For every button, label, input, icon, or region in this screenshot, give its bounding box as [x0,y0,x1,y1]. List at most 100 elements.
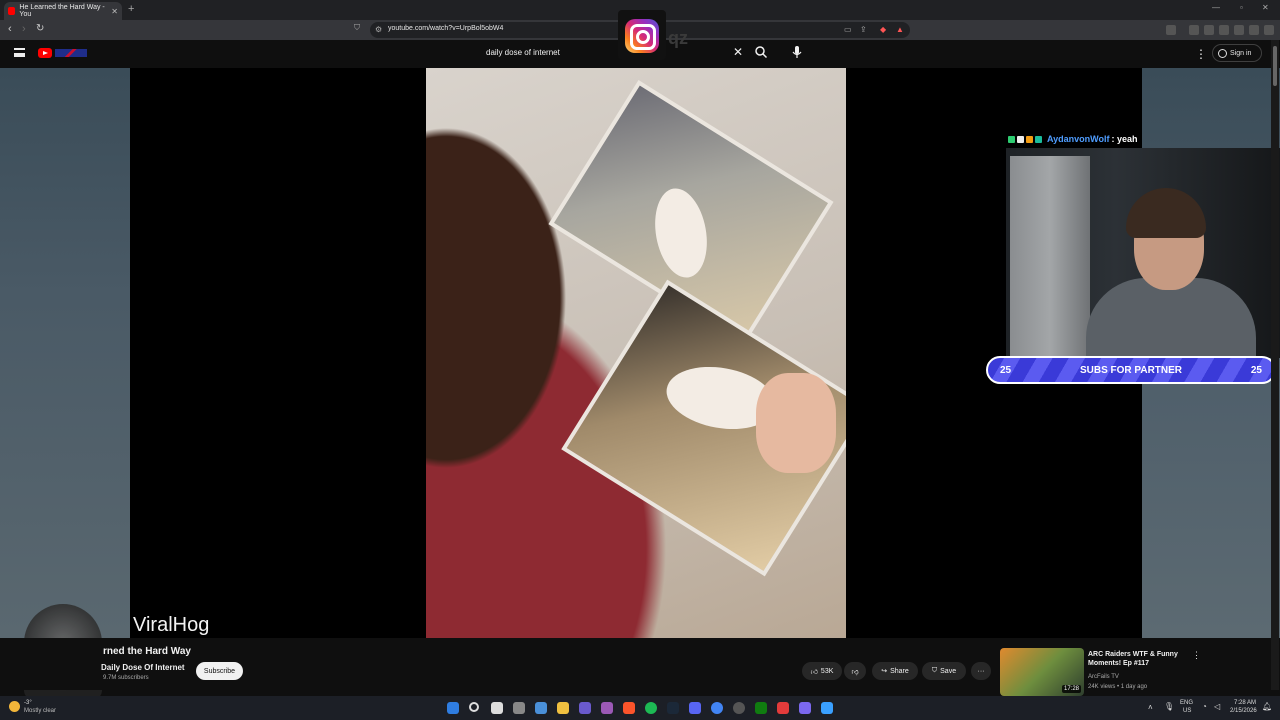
page-scrollbar[interactable] [1271,40,1279,690]
save-label: Save [940,667,957,675]
extension-icon[interactable] [1166,25,1176,35]
wallet-icon[interactable] [1219,25,1229,35]
browser-tab[interactable]: He Learned the Hard Way - You ✕ [4,2,122,20]
tray-mic-icon[interactable]: 🎙︎ [1164,702,1174,711]
weather-description[interactable]: Mostly clear [24,708,56,714]
taskbar-search-icon[interactable] [469,702,479,712]
share-icon: ↪ [881,668,888,675]
steam-icon[interactable] [667,702,679,714]
sign-in-button[interactable]: Sign in [1212,44,1262,62]
subs-goal-label: SUBS FOR PARTNER [1079,364,1183,376]
subs-goal-target: 25 [1250,364,1262,376]
brave-shield-icon[interactable]: ◆ [880,25,886,34]
chat-badge-icon [1035,135,1042,143]
union-flag-logo [55,49,87,57]
app-icon[interactable] [777,702,789,714]
clock-time[interactable]: 7:28 AM [1234,700,1256,706]
spotify-icon[interactable] [645,702,657,714]
menu-icon[interactable] [1264,25,1274,35]
chrome-icon[interactable] [711,702,723,714]
related-video-thumbnail[interactable]: 17:28 [1000,648,1084,696]
window-close-icon[interactable]: ✕ [1262,3,1269,12]
channel-name[interactable]: Daily Dose Of Internet [101,663,185,672]
notification-bell-icon[interactable]: 🔔︎ [1262,702,1272,711]
notepad-icon[interactable] [821,702,833,714]
related-video-title[interactable]: ARC Raiders WTF & Funny Moments! Ep #117 [1088,650,1188,668]
search-icon[interactable] [754,45,768,59]
windows-taskbar: -3° Mostly clear ˄ 🎙︎ ENG US ◔ ◁ 7:28 AM… [0,696,1280,720]
instagram-logo [618,10,666,60]
obs-icon[interactable] [733,702,745,714]
video-watermark: ViralHog [133,614,210,636]
minimize-icon[interactable]: — [1212,3,1220,12]
maximize-icon[interactable]: ▫ [1240,3,1243,12]
volume-icon[interactable]: ◁ [1214,702,1220,711]
xbox-icon[interactable] [755,702,767,714]
chat-badge-icon [1017,135,1024,143]
dislike-button[interactable]: 👎︎ [844,662,866,680]
chat-badge-icon [1026,135,1033,143]
related-video-meta: 24K views • 1 day ago [1088,684,1148,690]
related-video-menu-icon[interactable]: ⋮ [1192,650,1201,661]
webcam-feed [1006,148,1280,358]
back-icon[interactable]: ‹ [8,23,12,35]
video-frame[interactable] [426,68,846,638]
language-region[interactable]: US [1183,708,1191,714]
instagram-icon [625,19,659,53]
brave-browser-icon[interactable] [623,702,635,714]
like-button[interactable]: 👍︎ 53K [802,662,842,680]
clear-search-icon[interactable]: ✕ [733,45,743,59]
wifi-icon[interactable]: ◔ [1202,702,1207,711]
app-icon[interactable] [579,702,591,714]
file-explorer-icon[interactable] [557,702,569,714]
more-horizontal-icon: ··· [977,667,985,675]
app-icon[interactable] [799,702,811,714]
weather-icon[interactable] [9,701,20,712]
more-options-icon[interactable]: ⋮ [1195,47,1207,61]
clock-date[interactable]: 2/15/2026 [1230,708,1257,714]
streamer-shirt [1086,278,1256,358]
microphone-icon[interactable] [790,44,804,60]
app-icon[interactable] [601,702,613,714]
bookmark-save-icon: ⛉ [931,667,938,674]
site-info-icon[interactable]: ⚙ [375,25,382,34]
reload-icon[interactable]: ↻ [36,23,44,34]
bookmark-icon[interactable]: ⛉ [354,23,360,33]
brave-rewards-icon[interactable]: ▲ [896,25,904,34]
vpn-icon[interactable] [1234,25,1244,35]
save-button[interactable]: ⛉ Save [922,662,966,680]
forward-icon[interactable]: › [22,23,26,35]
like-count: 53K [820,667,834,675]
youtube-logo-icon[interactable] [38,48,52,58]
scrollbar-thumb[interactable] [1273,46,1277,86]
widgets-icon[interactable] [513,702,525,714]
share-page-icon[interactable]: ⇪ [860,25,867,34]
language-code[interactable]: ENG [1180,700,1193,706]
new-tab-icon[interactable]: + [128,3,134,15]
sidebar-icon[interactable] [1204,25,1214,35]
subscribe-button[interactable]: Subscribe [196,662,243,680]
start-icon[interactable] [447,702,459,714]
video-title: rned the Hard Way [103,646,191,657]
hand-figure [756,373,836,473]
tab-close-icon[interactable]: ✕ [111,7,118,16]
tray-overflow-icon[interactable]: ˄ [1148,703,1153,712]
leo-icon[interactable] [1249,25,1259,35]
weather-temperature[interactable]: -3° [24,700,32,706]
task-view-icon[interactable] [491,702,503,714]
cast-icon[interactable]: ▭ [844,25,852,34]
chat-text: : yeah [1111,134,1138,144]
account-icon [1218,48,1227,58]
thumbs-up-icon: 👍︎ [810,668,818,676]
discord-icon[interactable] [689,702,701,714]
more-actions-button[interactable]: ··· [971,662,991,680]
subscriber-count: 9.7M subscribers [103,675,149,681]
tab-title: He Learned the Hard Way - You [19,4,105,18]
share-button[interactable]: ↪ Share [872,662,918,680]
music-icon[interactable] [1189,25,1199,35]
related-video-channel[interactable]: ArcFails TV [1088,674,1119,680]
settings-icon[interactable] [535,702,547,714]
sign-in-label: Sign in [1230,49,1252,57]
hamburger-menu-icon[interactable] [14,48,25,57]
search-input[interactable]: daily dose of internet [486,48,560,57]
